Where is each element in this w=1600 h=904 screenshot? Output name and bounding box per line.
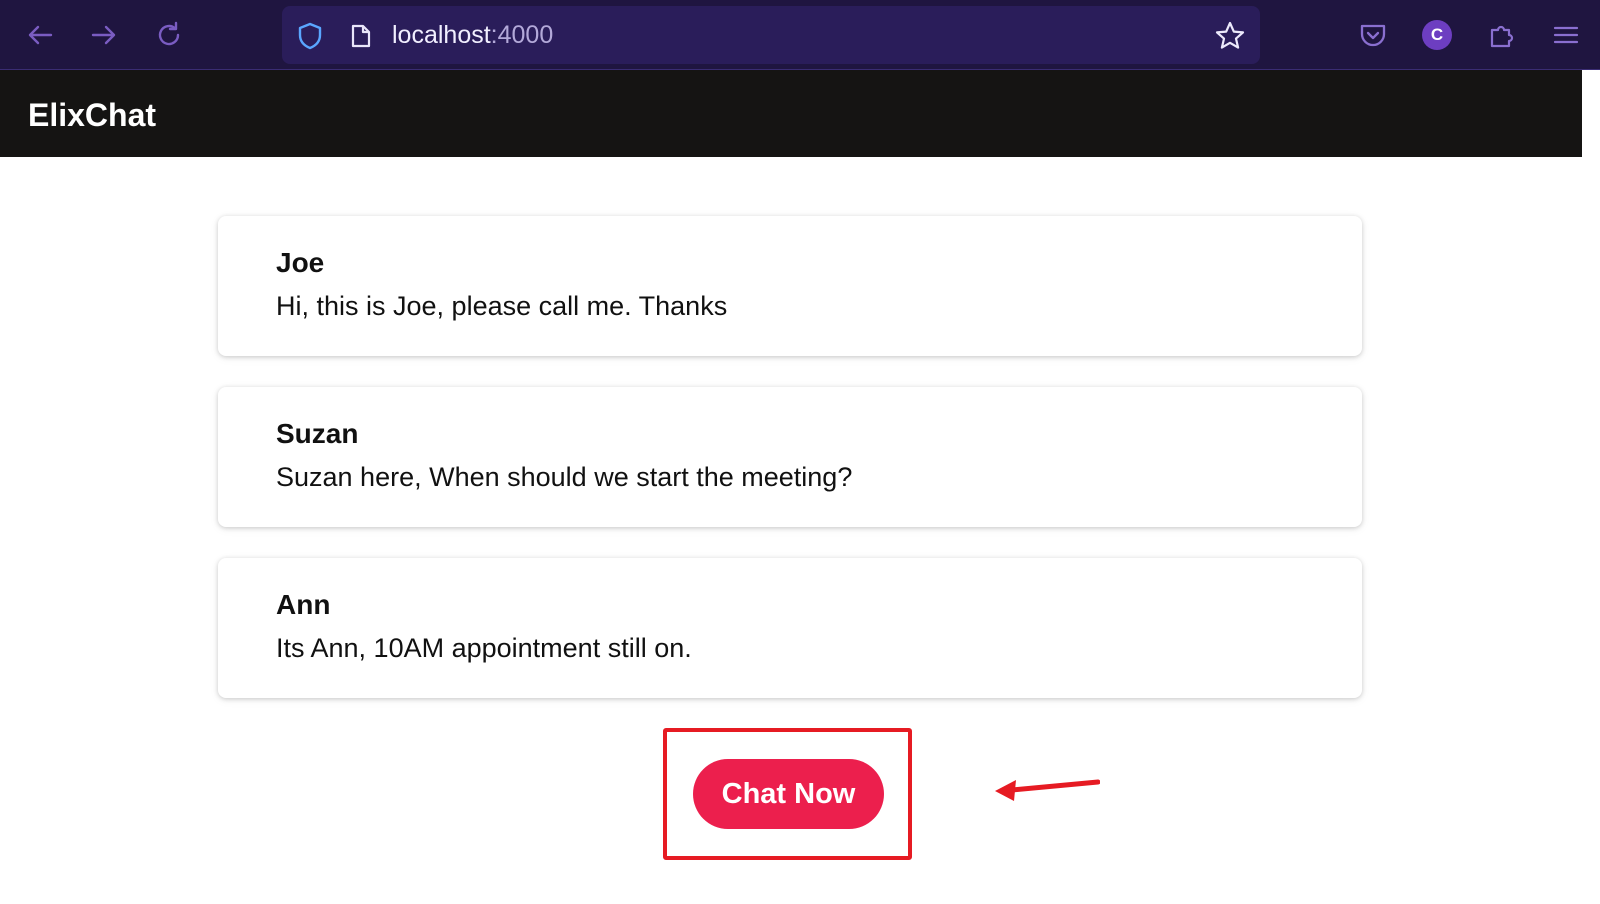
star-icon[interactable] <box>1214 20 1246 52</box>
address-bar[interactable]: localhost:4000 <box>282 6 1260 64</box>
url-text[interactable]: localhost:4000 <box>392 22 553 48</box>
message-author: Suzan <box>276 418 359 449</box>
message-author: Ann <box>276 589 331 620</box>
url-port: :4000 <box>490 21 554 49</box>
extensions-button[interactable] <box>1483 16 1521 54</box>
avatar: C <box>1422 20 1452 50</box>
app-menu-button[interactable] <box>1547 16 1585 54</box>
pocket-button[interactable] <box>1354 16 1392 54</box>
account-button[interactable]: C <box>1418 16 1456 54</box>
url-host: localhost <box>392 21 491 49</box>
message-list: Joe Hi, this is Joe, please call me. Tha… <box>218 216 1362 729</box>
annotation-arrow-icon <box>995 779 1100 801</box>
page-icon <box>351 24 371 48</box>
message-text: Its Ann, 10AM appointment still on. <box>276 633 692 663</box>
chat-now-button[interactable]: Chat Now <box>693 759 884 829</box>
back-arrow-icon <box>28 25 53 45</box>
message-author: Joe <box>276 247 325 278</box>
message-card: Joe Hi, this is Joe, please call me. Tha… <box>218 216 1362 356</box>
page-gutter <box>1582 70 1600 904</box>
message-text: Suzan here, When should we start the mee… <box>276 462 853 492</box>
forward-button[interactable] <box>86 17 122 53</box>
reload-icon <box>158 21 180 46</box>
app-title[interactable]: ElixChat <box>28 97 156 133</box>
app-header: ElixChat <box>0 70 1582 157</box>
message-card: Ann Its Ann, 10AM appointment still on. <box>218 558 1362 698</box>
shield-icon[interactable] <box>296 21 324 51</box>
hamburger-menu-icon <box>1553 26 1579 44</box>
reload-button[interactable] <box>151 17 187 53</box>
pocket-icon <box>1360 24 1386 47</box>
message-text: Hi, this is Joe, please call me. Thanks <box>276 291 728 321</box>
browser-toolbar: localhost:4000 C <box>0 0 1600 70</box>
message-card: Suzan Suzan here, When should we start t… <box>218 387 1362 527</box>
back-button[interactable] <box>22 17 58 53</box>
puzzle-icon <box>1490 25 1514 48</box>
forward-arrow-icon <box>91 25 116 45</box>
